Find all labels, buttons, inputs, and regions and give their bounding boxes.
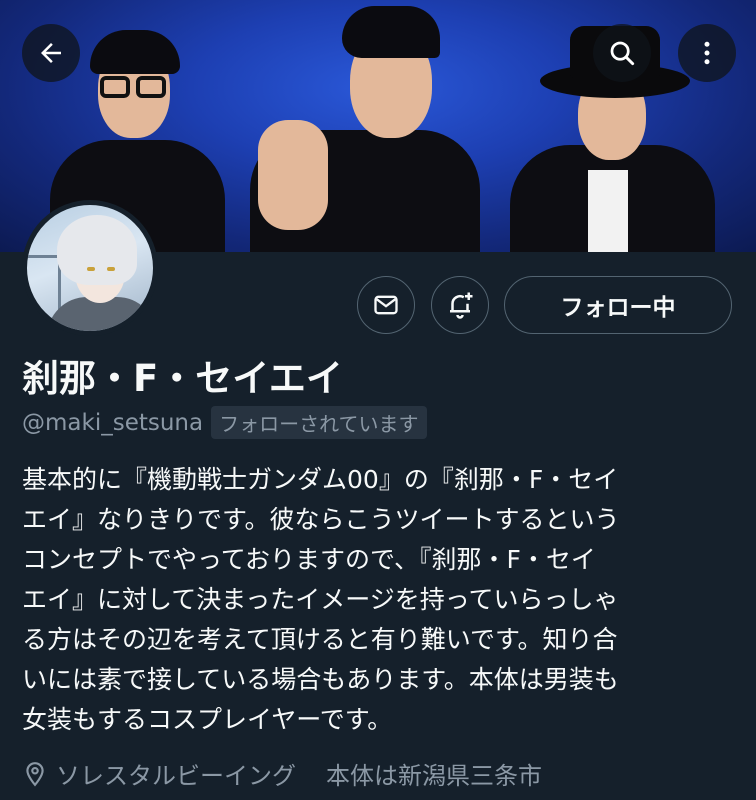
- user-handle: @maki_setsuna: [22, 409, 204, 436]
- arrow-left-icon: [41, 43, 61, 63]
- back-button[interactable]: [22, 24, 80, 82]
- more-vertical-icon: [704, 41, 710, 65]
- search-icon: [610, 41, 635, 66]
- bio-line: いには素で接している場合もあります。本体は男装も: [22, 665, 619, 694]
- banner-person-center: [240, 0, 480, 252]
- bio-line: 女装もするコスプレイヤーです。: [22, 705, 393, 734]
- location-extra-text: 本体は新潟県三条市: [326, 762, 542, 790]
- envelope-icon: [374, 295, 398, 315]
- bio-line: エイ』なりきりです。彼ならこうツイートするという: [22, 505, 620, 534]
- bio-line: 基本的に『機動戦士ガンダム00』の『刹那・F・セイ: [22, 465, 619, 494]
- bio-line: エイ』に対して決まったイメージを持っていらっしゃ: [22, 585, 619, 614]
- location-text: ソレスタルビーイング: [56, 762, 296, 790]
- search-button[interactable]: [593, 24, 651, 82]
- message-button[interactable]: [357, 276, 415, 334]
- follows-you-badge: フォローされています: [211, 406, 427, 439]
- location-row: ソレスタルビーイング 本体は新潟県三条市: [22, 756, 542, 791]
- bell-plus-icon: [450, 292, 473, 319]
- profile-bio: 基本的に『機動戦士ガンダム00』の『刹那・F・セイ エイ』なりきりです。彼ならこ…: [22, 460, 737, 740]
- handle-row: @maki_setsuna フォローされています: [22, 406, 427, 439]
- avatar[interactable]: [22, 200, 158, 336]
- bio-line: る方はその辺を考えて頂けると有り難いです。知り合: [22, 625, 618, 654]
- more-button[interactable]: [678, 24, 736, 82]
- following-button[interactable]: フォロー中: [504, 276, 732, 334]
- bio-line: コンセプトでやっておりますので、『刹那・F・セイ: [22, 545, 596, 574]
- display-name: 刹那・F・セイエイ: [22, 357, 343, 400]
- location-pin-icon: [26, 761, 44, 786]
- notifications-button[interactable]: [431, 276, 489, 334]
